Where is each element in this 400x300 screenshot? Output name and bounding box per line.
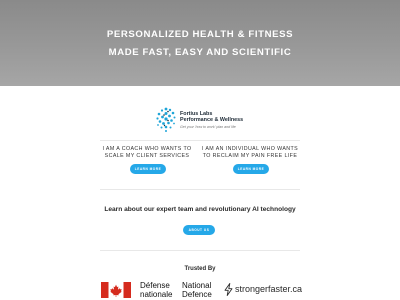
coach-heading-line-1: I AM A COACH WHO WANTS TO [102, 146, 192, 152]
coach-heading-line-2: SCALE MY CLIENT SERVICES [104, 153, 190, 159]
coach-heading: I AM A COACH WHO WANTS TO SCALE MY CLIEN… [87, 146, 207, 160]
hero-headline-line-2: MADE FAST, EASY AND SCIENTIFIC [108, 47, 292, 58]
defense-fr-line-1: Défense [140, 281, 170, 290]
brand-logo-text: Fortius Labs Performance & Wellness Get … [180, 111, 243, 130]
hero-banner: PERSONALIZED HEALTH & FITNESS MADE FAST,… [0, 0, 400, 86]
defense-en-line-1: National [182, 281, 212, 290]
lightning-bolt-icon [224, 283, 233, 296]
brand-logo[interactable]: Fortius Labs Performance & Wellness Get … [155, 106, 251, 134]
defense-en-line-2: Defence [182, 290, 212, 299]
canada-flag-icon [101, 282, 131, 298]
strongerfaster-logo-text: strongerfaster.ca [235, 284, 303, 294]
section-divider-top [100, 140, 300, 141]
dot-cluster-logo-icon [156, 107, 176, 132]
national-defence-french: Défense nationale [140, 281, 172, 299]
trusted-by-heading: Trusted By [184, 266, 216, 272]
individual-heading-line-1: I AM AN INDIVIDUAL WHO WANTS [201, 146, 299, 152]
hero-headline-line-1: PERSONALIZED HEALTH & FITNESS [106, 29, 294, 40]
individual-heading: I AM AN INDIVIDUAL WHO WANTS TO RECLAIM … [190, 146, 310, 160]
section-divider-bottom [100, 250, 300, 251]
individual-learn-more-button[interactable]: LEARN MORE [233, 164, 269, 174]
brand-name-line-2: Performance & Wellness [180, 116, 244, 123]
national-defence-english: National Defence [182, 281, 212, 299]
about-us-button[interactable]: ABOUT US [183, 225, 215, 235]
individual-heading-line-2: TO RECLAIM MY PAIN FREE LIFE [202, 153, 298, 159]
main-content: Fortius Labs Performance & Wellness Get … [0, 86, 400, 300]
team-intro-text: Learn about our expert team and revoluti… [104, 206, 296, 213]
section-divider-middle [100, 189, 300, 190]
brand-tagline: Get your 'how to work' plan and life [180, 124, 236, 129]
coach-learn-more-button[interactable]: LEARN MORE [130, 164, 166, 174]
defense-fr-line-2: nationale [140, 290, 173, 299]
